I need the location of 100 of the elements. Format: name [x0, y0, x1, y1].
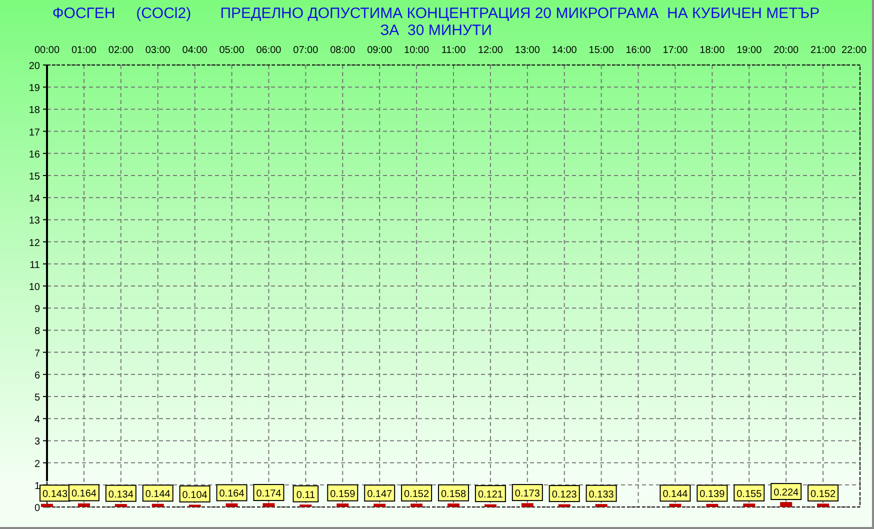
data-label: 0.104 [179, 485, 210, 502]
y-tick-label: 5 [34, 392, 40, 404]
data-label: 0.173 [514, 488, 540, 500]
x-tick-label: 07:00 [293, 45, 318, 56]
data-label: 0.133 [588, 489, 614, 500]
x-tick-label: 11:00 [441, 45, 466, 56]
data-label: 0.164 [68, 484, 100, 502]
y-tick-label: 13 [28, 216, 40, 227]
data-label: 0.143 [42, 489, 68, 500]
x-tick-label: 18:00 [700, 45, 725, 56]
x-tick-label: 03:00 [145, 45, 170, 56]
bar [188, 504, 201, 507]
data-label: 0.121 [478, 490, 504, 501]
data-label: 0.164 [216, 484, 248, 502]
x-tick-label: 17:00 [662, 45, 688, 56]
data-label: 0.147 [364, 484, 396, 502]
x-tick-label: 09:00 [367, 45, 392, 56]
bar [595, 504, 608, 507]
chart-title: ФОСГЕН (COCl2) ПРЕДЕЛНО ДОПУСТИМА КОНЦЕНТРАЦИЯ 20 МИКРОГРАМА НА КУБИЧЕН МЕТЪР [52, 5, 820, 22]
data-label: 0.159 [327, 484, 358, 502]
y-tick-label: 14 [28, 194, 40, 205]
x-tick-label: 00:00 [34, 45, 60, 56]
data-label: 0.224 [770, 483, 802, 500]
data-label: 0.164 [71, 488, 97, 500]
bar [336, 503, 349, 507]
x-tick-label: 16:00 [626, 45, 651, 56]
bar [780, 502, 792, 507]
bar [743, 504, 756, 507]
data-label: 0.152 [401, 484, 432, 502]
bar [78, 503, 90, 507]
data-label: 0.123 [552, 490, 578, 501]
data-label: 0.121 [474, 485, 506, 502]
x-tick-label: 14:00 [552, 45, 577, 56]
data-label: 0.155 [734, 484, 765, 502]
data-label: 0.134 [105, 484, 136, 502]
data-label: 0.224 [774, 488, 800, 499]
x-tick-label: 10:00 [404, 45, 430, 56]
x-tick-label: 04:00 [182, 45, 208, 56]
y-tick-label: 12 [28, 238, 40, 249]
bar [300, 504, 312, 507]
data-label: 0.174 [253, 484, 284, 502]
x-tick-label: 21:00 [810, 45, 836, 56]
data-label: 0.133 [586, 484, 617, 502]
data-label: 0.11 [296, 490, 316, 501]
data-label: 0.158 [438, 484, 469, 502]
data-label: 0.104 [182, 490, 208, 501]
x-tick-label: 08:00 [330, 45, 356, 56]
bar [817, 504, 830, 507]
data-label: 0.144 [142, 484, 174, 502]
y-tick-label: 11 [30, 260, 40, 271]
data-label: 0.164 [219, 488, 245, 500]
data-label: 0.174 [256, 488, 282, 500]
data-label: 0.11 [292, 485, 319, 502]
data-label: 0.123 [548, 485, 580, 502]
chart-title: ЗА 30 МИНУТИ [380, 22, 492, 39]
y-tick-label: 7 [34, 348, 40, 360]
data-label: 0.144 [662, 489, 688, 500]
x-tick-label: 02:00 [108, 45, 134, 56]
y-tick-label: 17 [28, 127, 40, 138]
y-tick-label: 0 [34, 503, 40, 514]
data-label: 0.152 [808, 484, 839, 502]
x-tick-label: 05:00 [219, 45, 244, 56]
data-label: 0.159 [330, 488, 356, 500]
data-label: 0.147 [367, 489, 393, 500]
y-tick-label: 8 [34, 326, 40, 338]
data-label: 0.139 [696, 484, 728, 502]
data-label: 0.139 [700, 489, 726, 500]
bar [374, 504, 386, 507]
x-tick-label: 15:00 [588, 45, 614, 56]
data-label: 0.144 [660, 484, 691, 502]
y-tick-label: 10 [28, 282, 40, 293]
y-tick-label: 3 [34, 436, 40, 448]
bar [262, 503, 275, 507]
x-tick-label: 20:00 [774, 45, 799, 56]
bar [114, 504, 127, 507]
y-tick-label: 6 [34, 370, 40, 382]
data-label: 0.144 [145, 489, 171, 500]
y-tick-label: 19 [28, 83, 40, 94]
y-tick-label: 20 [28, 61, 40, 72]
bar [448, 504, 460, 507]
data-label: 0.152 [810, 488, 836, 500]
y-tick-label: 18 [28, 105, 40, 116]
y-tick-label: 4 [34, 414, 40, 426]
x-tick-label: 13:00 [514, 45, 540, 56]
x-tick-label: 01:00 [71, 45, 96, 56]
bar [410, 504, 423, 507]
bar [706, 504, 718, 507]
bar [226, 503, 238, 507]
bar [41, 504, 53, 507]
data-label: 0.173 [512, 484, 543, 502]
data-label: 0.134 [108, 489, 134, 500]
x-tick-label: 19:00 [736, 45, 762, 56]
data-label: 0.143 [40, 484, 70, 502]
bar [558, 504, 570, 507]
y-tick-label: 9 [34, 304, 40, 316]
y-tick-label: 1 [34, 480, 40, 492]
data-label: 0.155 [736, 488, 762, 500]
bar [484, 504, 496, 507]
x-tick-label: 06:00 [256, 45, 282, 56]
bar [521, 503, 534, 507]
